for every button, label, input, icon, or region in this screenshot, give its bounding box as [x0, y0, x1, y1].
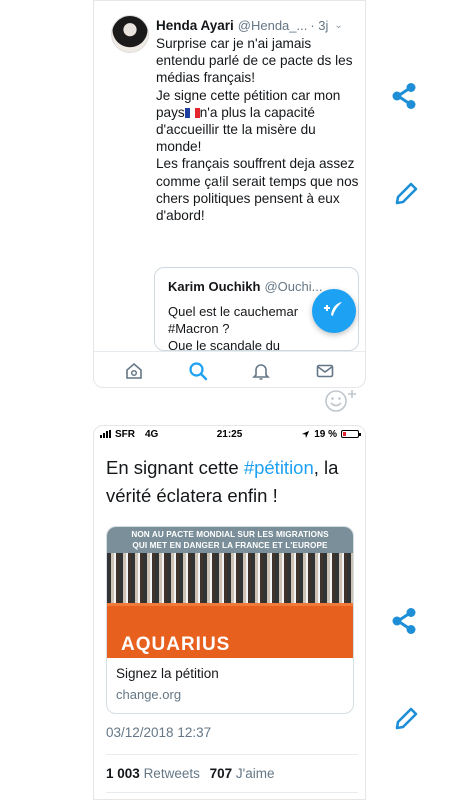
battery-percent: 19 % [314, 428, 337, 440]
search-icon [189, 361, 207, 380]
ship-name: AQUARIUS [121, 634, 231, 655]
tweet-time: · 3j [310, 17, 329, 33]
tweet-timestamp: 03/12/2018 12:37 [106, 725, 212, 740]
author-handle: @Henda_... [237, 17, 308, 33]
likes-label[interactable]: J'aime [236, 766, 275, 781]
tweet-screenshot-bottom: SFR 4G 21:25 19 % En signant cette #péti… [93, 425, 366, 800]
mail-icon [316, 364, 334, 377]
tweet-text-part-2: n'a plus la capacité d'accueillir tte la… [156, 104, 359, 224]
tweet-screenshot-top: Henda Ayari @Henda_... · 3j ⌄ Surprise c… [93, 0, 366, 388]
author-name[interactable]: Henda Ayari [156, 18, 234, 33]
home-icon [126, 362, 142, 379]
link-card[interactable]: NON AU PACTE MONDIAL SUR LES MIGRATIONS … [106, 526, 354, 714]
share-icon [392, 608, 416, 634]
tweet-stats: 1 003 Retweets 707 J'aime [106, 754, 358, 781]
crowd-image [107, 553, 353, 608]
carrier: SFR [115, 428, 135, 440]
location-arrow-icon [302, 430, 310, 438]
retweets-label[interactable]: Retweets [144, 766, 200, 781]
tweet-text-start: En signant cette [106, 457, 244, 478]
tweet-header: Henda Ayari @Henda_... · 3j ⌄ [156, 16, 361, 34]
quote-header: Karim Ouchikh @Ouchi... [168, 279, 322, 294]
edit-button-top[interactable] [390, 178, 422, 210]
bell-icon [252, 363, 271, 380]
quote-author-name: Karim Ouchikh [168, 279, 261, 294]
tab-home[interactable] [119, 356, 149, 386]
pencil-icon [395, 182, 418, 205]
card-banner-text: NON AU PACTE MONDIAL SUR LES MIGRATIONS … [131, 530, 329, 550]
retweets-count: 1 003 [106, 766, 140, 781]
divider [106, 792, 358, 793]
share-icon [392, 83, 416, 109]
battery-icon [341, 430, 361, 438]
hashtag-link[interactable]: #pétition [244, 457, 314, 478]
tab-messages[interactable] [310, 356, 340, 386]
tweet-text: En signant cette #pétition, la vérité éc… [106, 454, 358, 510]
phone-status-bar: SFR 4G 21:25 19 % [94, 426, 365, 442]
quill-plus-icon [324, 302, 342, 316]
compose-tweet-button[interactable] [312, 289, 356, 333]
status-right: 19 % [301, 428, 361, 440]
smiley-plus-icon [325, 390, 356, 412]
likes-count: 707 [209, 766, 233, 781]
share-button-bottom[interactable] [388, 605, 420, 637]
network-type: 4G [145, 428, 159, 440]
share-button-top[interactable] [388, 80, 420, 112]
status-left: SFR 4G [100, 429, 158, 440]
french-flag-icon [184, 107, 200, 118]
chevron-down-icon[interactable]: ⌄ [334, 20, 342, 31]
tab-search[interactable] [183, 356, 213, 386]
card-domain: change.org [116, 687, 182, 702]
pencil-icon [395, 707, 418, 730]
quote-author-handle: @Ouchi... [264, 279, 323, 294]
tab-notifications[interactable] [246, 356, 276, 386]
bottom-tab-bar [94, 351, 365, 387]
card-title: Signez la pétition [116, 666, 219, 681]
tweet-text: Surprise car je n'ai jamais entendu parl… [156, 35, 361, 224]
add-reaction-button[interactable] [322, 386, 360, 414]
edit-button-bottom[interactable] [390, 703, 422, 735]
signal-icon [100, 430, 111, 438]
card-image: NON AU PACTE MONDIAL SUR LES MIGRATIONS … [107, 527, 353, 658]
avatar[interactable] [111, 15, 149, 53]
